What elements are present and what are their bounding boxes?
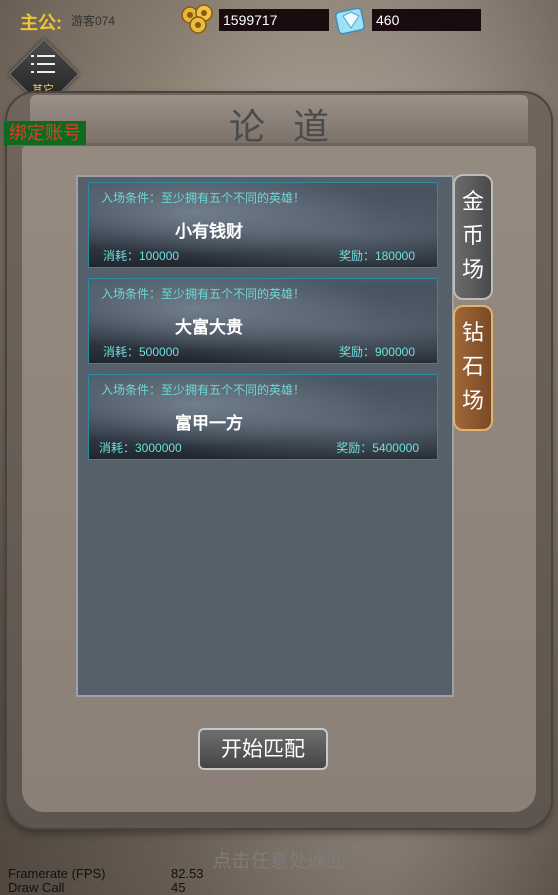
coin-icon — [181, 4, 213, 34]
room-cost: 消耗：3000000 — [99, 441, 182, 455]
gem-count: 460 — [372, 9, 481, 31]
list-menu-icon — [31, 55, 55, 73]
diamond-icon — [334, 7, 366, 35]
room-cost: 消耗：500000 — [103, 345, 180, 359]
tab-diamond-room-label: 钻石场 — [461, 321, 484, 414]
player-name: 游客074 — [71, 14, 116, 28]
stats-value: 45 — [171, 880, 186, 895]
room-reward: 奖励：180000 — [338, 249, 415, 263]
room-name: 小有钱财 — [175, 222, 243, 241]
stats-label: Framerate (FPS) — [8, 866, 106, 881]
start-match-button[interactable]: 开始匹配 — [198, 728, 328, 770]
room-condition: 入场条件：至少拥有五个不同的英雄！ — [101, 287, 306, 301]
tab-diamond-room[interactable]: 钻石场 — [453, 305, 493, 431]
room-condition: 入场条件：至少拥有五个不同的英雄！ — [101, 383, 306, 397]
stats-value: 82.53 — [171, 866, 204, 881]
tab-gold-room-label: 金币场 — [461, 190, 484, 283]
stats-row: Draw Call 45 — [8, 881, 208, 895]
debug-stats: Framerate (FPS) 82.53 Draw Call 45 — [8, 867, 208, 895]
room-name: 富甲一方 — [175, 414, 243, 433]
room-card[interactable]: 入场条件：至少拥有五个不同的英雄！ 小有钱财 消耗：100000 奖励：1800… — [88, 182, 438, 268]
bind-account-button[interactable]: 绑定账号 — [4, 121, 86, 145]
tab-gold-room[interactable]: 金币场 — [453, 174, 493, 300]
room-card[interactable]: 入场条件：至少拥有五个不同的英雄！ 富甲一方 消耗：3000000 奖励：540… — [88, 374, 438, 460]
room-name: 大富大贵 — [175, 318, 243, 337]
room-condition: 入场条件：至少拥有五个不同的英雄！ — [101, 191, 306, 205]
room-list: 入场条件：至少拥有五个不同的英雄！ 小有钱财 消耗：100000 奖励：1800… — [76, 175, 454, 697]
room-reward: 奖励：5400000 — [336, 441, 419, 455]
room-reward: 奖励：900000 — [338, 345, 415, 359]
stats-label: Draw Call — [8, 880, 65, 895]
room-card[interactable]: 入场条件：至少拥有五个不同的英雄！ 大富大贵 消耗：500000 奖励：9000… — [88, 278, 438, 364]
coin-count: 1599717 — [219, 9, 329, 31]
player-label: 主公: — [20, 13, 62, 33]
stats-row: Framerate (FPS) 82.53 — [8, 867, 208, 881]
room-cost: 消耗：100000 — [103, 249, 180, 263]
